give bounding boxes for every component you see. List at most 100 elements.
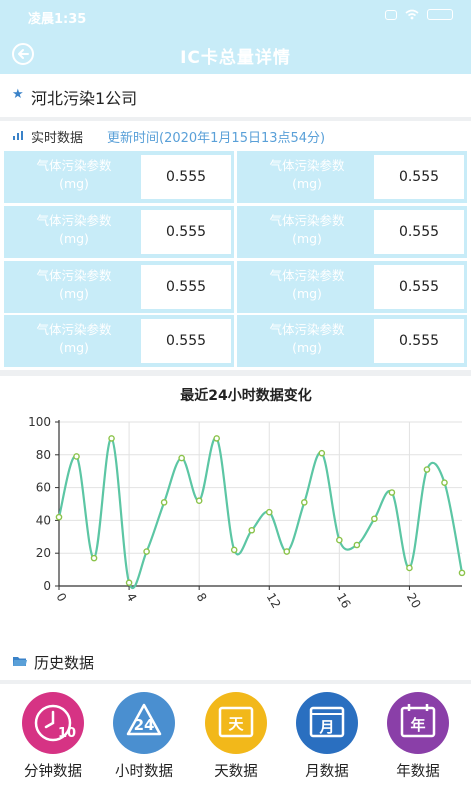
status-bar: 凌晨1:35 <box>0 0 471 32</box>
param-label: 气体污染参数 (mg) <box>36 213 112 246</box>
param-value: 0.555 <box>374 319 464 363</box>
param-cell: 气体污染参数 (mg) 0.555 <box>4 261 234 313</box>
param-value: 0.555 <box>374 210 464 254</box>
param-label: 气体污染参数 (mg) <box>269 213 345 246</box>
param-value: 0.555 <box>374 265 464 309</box>
month-data-button[interactable]: 月 月数据 <box>287 692 367 781</box>
data-point <box>265 508 273 516</box>
divider <box>0 680 471 684</box>
notification-icon <box>385 9 397 20</box>
param-cell: 气体污染参数 (mg) 0.555 <box>237 151 467 203</box>
calendar-month-icon: 月 <box>296 692 358 754</box>
param-cell: 气体污染参数 (mg) 0.555 <box>237 261 467 313</box>
status-icons <box>385 9 453 20</box>
data-point <box>213 435 220 442</box>
param-label: 气体污染参数 (mg) <box>36 322 112 355</box>
hour-data-button[interactable]: 24 小时数据 <box>104 692 184 781</box>
data-point <box>108 435 115 442</box>
data-point <box>318 449 326 457</box>
company-name: 河北污染1公司 <box>31 89 138 108</box>
param-value: 0.555 <box>141 319 231 363</box>
button-label: 分钟数据 <box>24 764 82 780</box>
data-point <box>55 513 63 521</box>
title-bar: IC卡总量详情 <box>0 32 471 74</box>
data-point <box>160 499 168 506</box>
series-line <box>57 436 464 590</box>
history-header: 历史数据 <box>0 646 471 678</box>
data-point <box>371 515 378 523</box>
param-label: 气体污染参数 (mg) <box>269 322 345 355</box>
param-cell: 气体污染参数 (mg) 0.555 <box>4 151 234 203</box>
param-value: 0.555 <box>141 210 231 254</box>
calendar-day-icon: 天 <box>205 692 267 754</box>
param-value: 0.555 <box>141 265 231 309</box>
wifi-icon <box>405 9 419 20</box>
data-point <box>301 499 308 506</box>
realtime-label: 实时数据 <box>31 131 84 146</box>
svg-text:10: 10 <box>58 726 76 741</box>
history-label: 历史数据 <box>34 654 95 672</box>
bar-chart-icon <box>13 131 23 140</box>
svg-text:月: 月 <box>318 718 334 736</box>
button-label: 小时数据 <box>115 764 173 780</box>
param-label: 气体污染参数 (mg) <box>269 158 345 191</box>
chart-series <box>57 436 464 590</box>
param-label: 气体污染参数 (mg) <box>36 268 112 301</box>
data-point <box>423 466 431 473</box>
chart-points <box>55 435 466 587</box>
folder-icon <box>13 657 27 666</box>
battery-icon <box>427 9 453 20</box>
x-tick-label: 12 <box>264 591 284 611</box>
y-tick-label: 40 <box>36 513 51 527</box>
x-tick-label: 8 <box>194 591 210 605</box>
minute-data-button[interactable]: 10 分钟数据 <box>13 692 93 781</box>
data-point <box>178 454 185 462</box>
x-tick-label: 20 <box>404 591 424 611</box>
button-label: 月数据 <box>305 764 349 780</box>
y-tick-label: 20 <box>36 546 51 560</box>
status-time: 凌晨1:35 <box>28 12 87 27</box>
page-title: IC卡总量详情 <box>180 48 291 68</box>
x-tick-label: 0 <box>53 591 69 605</box>
data-point <box>336 536 343 544</box>
day-data-button[interactable]: 天 天数据 <box>196 692 276 781</box>
param-label: 气体污染参数 (mg) <box>269 268 345 301</box>
clock-10-icon: 10 <box>22 692 84 754</box>
data-point <box>458 569 466 577</box>
chart-title: 最近24小时数据变化 <box>180 387 311 404</box>
calendar-year-icon: 年 <box>387 692 449 754</box>
data-point <box>406 564 413 572</box>
data-point <box>441 479 448 486</box>
star-icon: ★ <box>12 87 24 102</box>
svg-text:天: 天 <box>228 715 244 733</box>
recycle-24-icon: 24 <box>113 692 175 754</box>
button-label: 年数据 <box>396 764 440 780</box>
data-point <box>353 541 361 549</box>
param-cell: 气体污染参数 (mg) 0.555 <box>4 206 234 258</box>
data-point <box>230 546 238 554</box>
y-tick-label: 80 <box>36 448 51 462</box>
svg-text:24: 24 <box>134 716 155 734</box>
data-point <box>195 497 203 505</box>
line-chart: 最近24小时数据变化 0 20 40 60 80 100 0 4 8 12 16 20 <box>28 387 466 611</box>
update-time: 更新时间(2020年1月15日13点54分) <box>107 131 326 146</box>
x-tick-label: 16 <box>334 591 354 611</box>
data-point <box>73 453 80 460</box>
company-row: ★ 河北污染1公司 <box>0 76 471 116</box>
data-point <box>143 548 150 555</box>
y-tick-label: 0 <box>43 579 51 593</box>
chart-panel: 最近24小时数据变化 0 20 40 60 80 100 0 4 8 12 16 20 <box>0 376 471 636</box>
param-label: 气体污染参数 (mg) <box>36 158 112 191</box>
y-tick-label: 100 <box>28 415 51 429</box>
data-point <box>90 554 98 562</box>
svg-text:年: 年 <box>410 716 425 734</box>
param-cell: 气体污染参数 (mg) 0.555 <box>237 206 467 258</box>
data-point <box>388 489 396 496</box>
button-label: 天数据 <box>214 764 258 780</box>
param-cell: 气体污染参数 (mg) 0.555 <box>237 315 467 367</box>
y-tick-label: 60 <box>36 481 51 495</box>
realtime-header: 实时数据 更新时间(2020年1月15日13点54分) <box>0 121 471 149</box>
year-data-button[interactable]: 年 年数据 <box>378 692 458 781</box>
data-point <box>248 526 256 534</box>
param-value: 0.555 <box>374 155 464 199</box>
